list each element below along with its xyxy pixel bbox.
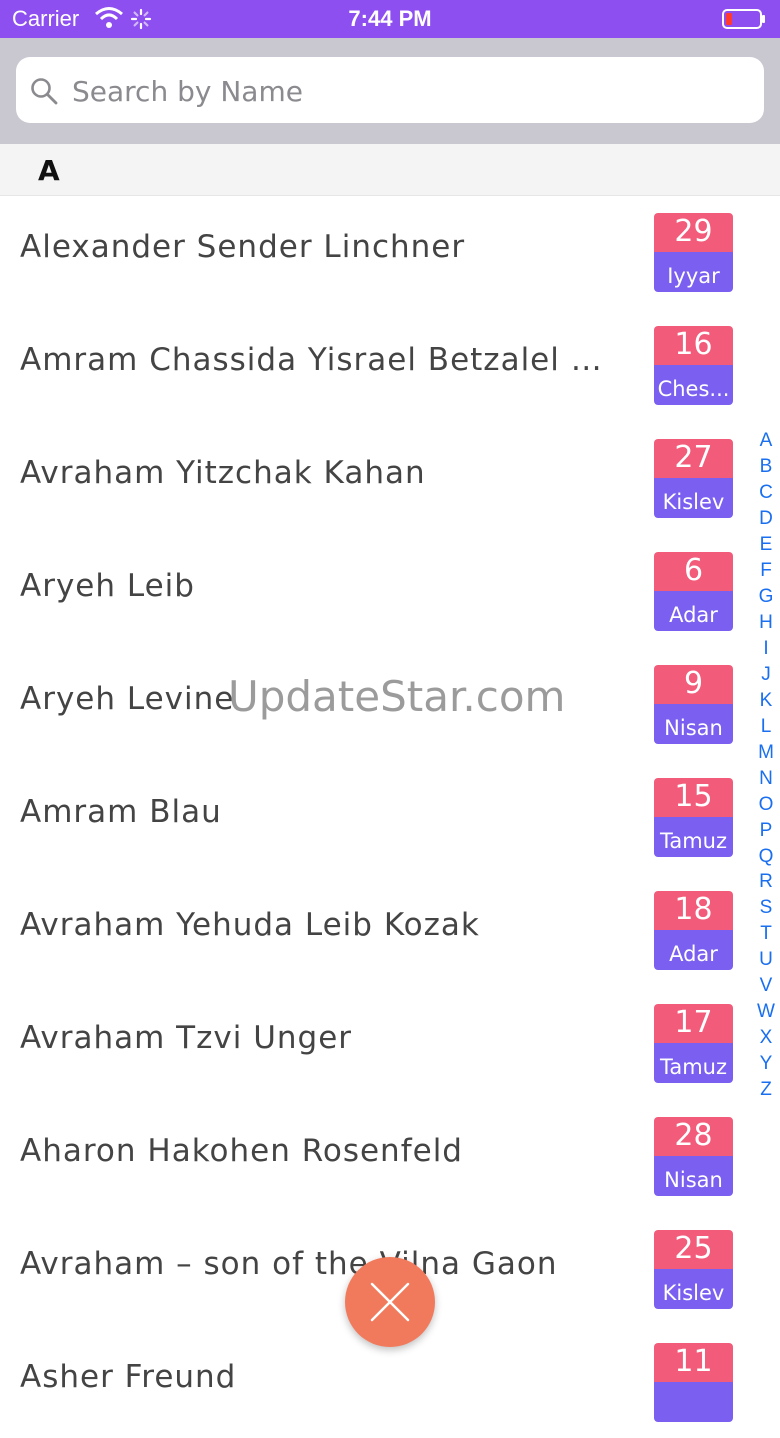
person-name: Avraham Yehuda Leib Kozak bbox=[20, 907, 480, 943]
badge-day: 16 bbox=[654, 326, 733, 365]
section-title: A bbox=[38, 154, 60, 187]
badge-month: Adar bbox=[654, 930, 733, 970]
date-badge: 11 bbox=[654, 1343, 733, 1422]
status-time: 7:44 PM bbox=[348, 6, 432, 31]
badge-day: 6 bbox=[654, 552, 733, 591]
badge-month bbox=[654, 1382, 733, 1422]
list-item[interactable]: Amram Blau 15 Tamuz bbox=[0, 760, 780, 873]
date-badge: 6 Adar bbox=[654, 552, 733, 631]
list-item[interactable]: Avraham Yehuda Leib Kozak 18 Adar bbox=[0, 873, 780, 986]
person-name: Amram Chassida Yisrael Betzalel Ro... bbox=[20, 342, 610, 378]
index-letter[interactable]: Z bbox=[753, 1077, 779, 1103]
date-badge: 28 Nisan bbox=[654, 1117, 733, 1196]
status-bar: Carrier 7:44 PM bbox=[0, 0, 780, 38]
list-item[interactable]: Alexander Sender Linchner 29 Iyyar bbox=[0, 195, 780, 308]
battery-icon bbox=[722, 9, 765, 29]
date-badge: 25 Kislev bbox=[654, 1230, 733, 1309]
index-letter[interactable]: X bbox=[753, 1025, 779, 1051]
search-icon bbox=[31, 78, 58, 105]
section-header: A bbox=[0, 144, 780, 196]
badge-month: Kislev bbox=[654, 478, 733, 518]
search-input[interactable] bbox=[70, 67, 754, 115]
person-name: Avraham Tzvi Unger bbox=[20, 1020, 353, 1056]
search-bar bbox=[0, 38, 780, 144]
person-name: Aharon Hakohen Rosenfeld bbox=[20, 1133, 463, 1169]
index-letter[interactable]: H bbox=[753, 610, 779, 636]
date-badge: 18 Adar bbox=[654, 891, 733, 970]
badge-month: Tamuz bbox=[654, 1043, 733, 1083]
badge-month: Kislev bbox=[654, 1269, 733, 1309]
badge-day: 25 bbox=[654, 1230, 733, 1269]
index-letter[interactable]: S bbox=[753, 895, 779, 921]
index-letter[interactable]: K bbox=[753, 688, 779, 714]
date-badge: 16 Ches... bbox=[654, 326, 733, 405]
badge-month: Iyyar bbox=[654, 252, 733, 292]
index-letter[interactable]: L bbox=[753, 714, 779, 740]
date-badge: 27 Kislev bbox=[654, 439, 733, 518]
index-letter[interactable]: F bbox=[753, 558, 779, 584]
badge-month: Ches... bbox=[654, 365, 733, 405]
index-letter[interactable]: U bbox=[753, 947, 779, 973]
close-icon bbox=[370, 1282, 410, 1322]
index-letter[interactable]: I bbox=[753, 636, 779, 662]
person-name: Avraham Yitzchak Kahan bbox=[20, 455, 426, 491]
badge-day: 17 bbox=[654, 1004, 733, 1043]
badge-day: 27 bbox=[654, 439, 733, 478]
index-letter[interactable]: E bbox=[753, 532, 779, 558]
index-letter[interactable]: C bbox=[753, 480, 779, 506]
index-letter[interactable]: Y bbox=[753, 1051, 779, 1077]
index-letter[interactable]: V bbox=[753, 973, 779, 999]
badge-day: 15 bbox=[654, 778, 733, 817]
index-letter[interactable]: J bbox=[753, 662, 779, 688]
index-letter[interactable]: O bbox=[753, 792, 779, 818]
date-badge: 17 Tamuz bbox=[654, 1004, 733, 1083]
person-name: Avraham – son of the Vilna Gaon bbox=[20, 1246, 558, 1282]
index-letter[interactable]: G bbox=[753, 584, 779, 610]
search-box[interactable] bbox=[16, 57, 764, 123]
badge-day: 29 bbox=[654, 213, 733, 252]
alphabet-index[interactable]: ABCDEFGHIJKLMNOPQRSTUVWXYZ bbox=[753, 428, 779, 1103]
index-letter[interactable]: M bbox=[753, 740, 779, 766]
badge-month: Nisan bbox=[654, 704, 733, 744]
date-badge: 29 Iyyar bbox=[654, 213, 733, 292]
badge-day: 9 bbox=[654, 665, 733, 704]
date-badge: 9 Nisan bbox=[654, 665, 733, 744]
list-item[interactable]: Avraham Yitzchak Kahan 27 Kislev bbox=[0, 421, 780, 534]
index-letter[interactable]: R bbox=[753, 869, 779, 895]
index-letter[interactable]: P bbox=[753, 818, 779, 844]
list-item[interactable]: Amram Chassida Yisrael Betzalel Ro... 16 C… bbox=[0, 308, 780, 421]
date-badge: 15 Tamuz bbox=[654, 778, 733, 857]
list-item[interactable]: Avraham Tzvi Unger 17 Tamuz bbox=[0, 986, 780, 1099]
close-button[interactable] bbox=[345, 1257, 435, 1347]
index-letter[interactable]: W bbox=[753, 999, 779, 1025]
person-name: Asher Freund bbox=[20, 1359, 237, 1395]
badge-month: Tamuz bbox=[654, 817, 733, 857]
person-name: Aryeh Leib bbox=[20, 568, 195, 604]
index-letter[interactable]: T bbox=[753, 921, 779, 947]
badge-day: 18 bbox=[654, 891, 733, 930]
badge-day: 11 bbox=[654, 1343, 733, 1382]
list-item[interactable]: Aharon Hakohen Rosenfeld 28 Nisan bbox=[0, 1099, 780, 1212]
index-letter[interactable]: N bbox=[753, 766, 779, 792]
index-letter[interactable]: D bbox=[753, 506, 779, 532]
index-letter[interactable]: Q bbox=[753, 844, 779, 870]
badge-month: Adar bbox=[654, 591, 733, 631]
index-letter[interactable]: A bbox=[753, 428, 779, 454]
list-item[interactable]: Aryeh Leib 6 Adar bbox=[0, 534, 780, 647]
watermark: UpdateStar.com bbox=[228, 672, 566, 721]
index-letter[interactable]: B bbox=[753, 454, 779, 480]
badge-month: Nisan bbox=[654, 1156, 733, 1196]
person-name: Alexander Sender Linchner bbox=[20, 229, 466, 265]
person-name: Amram Blau bbox=[20, 794, 222, 830]
badge-day: 28 bbox=[654, 1117, 733, 1156]
